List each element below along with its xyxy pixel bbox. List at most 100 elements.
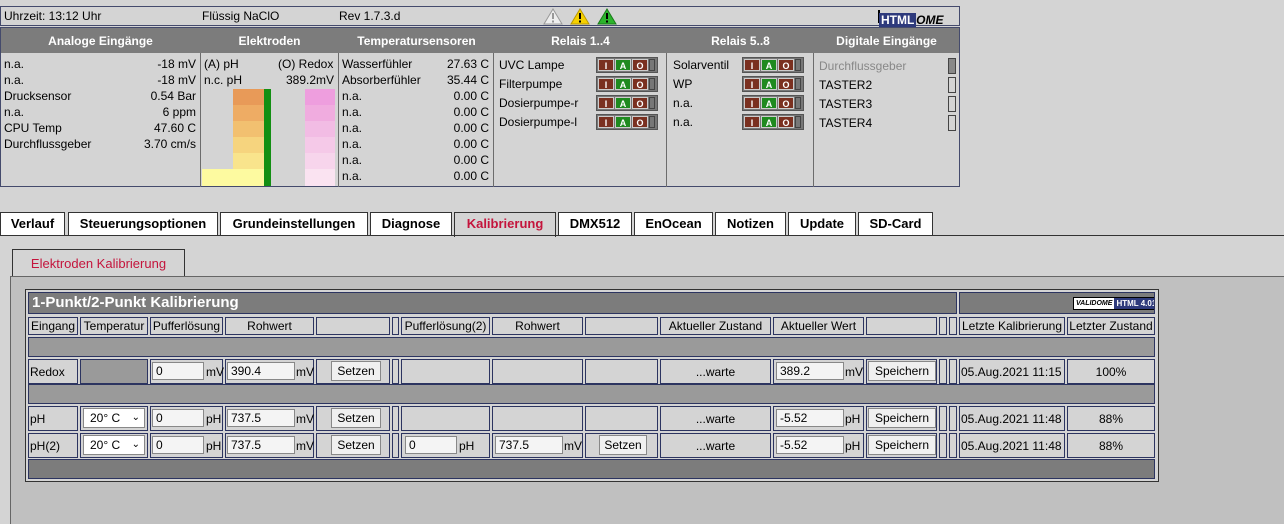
digital-input-label: TASTER4 xyxy=(819,116,873,130)
relay-on-button[interactable]: O xyxy=(632,78,648,90)
tab-notizen[interactable]: Notizen xyxy=(715,212,786,236)
raw-value-input[interactable]: 737.5 xyxy=(227,409,295,427)
tab-dmx512[interactable]: DMX512 xyxy=(558,212,632,236)
temp-value: 0.00 C xyxy=(453,153,489,167)
set2-button[interactable]: Setzen xyxy=(599,435,647,455)
column-header: Eingang xyxy=(28,317,78,335)
subtab-elektroden-kalibrierung[interactable]: Elektroden Kalibrierung xyxy=(12,249,185,276)
input-name: Redox xyxy=(30,365,65,379)
relay-off-button[interactable]: I xyxy=(598,116,614,128)
relay-on-button[interactable]: O xyxy=(632,59,648,71)
relay-auto-button[interactable]: A xyxy=(761,78,777,90)
redox-gauge xyxy=(305,89,335,186)
relay-auto-button[interactable]: A xyxy=(761,116,777,128)
temperature-select[interactable]: 20° C ⌄ xyxy=(83,435,145,455)
temp-label: n.a. xyxy=(342,121,363,135)
relay-switch[interactable]: IAO xyxy=(742,114,804,130)
buffer2-unit: pH xyxy=(459,439,475,453)
temp-label: n.a. xyxy=(342,137,363,151)
table-cell xyxy=(401,406,490,431)
save-button[interactable]: Speichern xyxy=(868,435,936,455)
table-cell xyxy=(585,406,658,431)
tab-update[interactable]: Update xyxy=(788,212,856,236)
relay-auto-button[interactable]: A xyxy=(615,59,631,71)
buffer-input[interactable]: 0 xyxy=(152,436,204,454)
relay-on-button[interactable]: O xyxy=(778,78,794,90)
tab-steuerungsoptionen[interactable]: Steuerungsoptionen xyxy=(68,212,218,236)
save-button[interactable]: Speichern xyxy=(868,408,936,428)
column-header: Rohwert xyxy=(492,317,583,335)
table-cell xyxy=(392,433,399,458)
header-relais1: Relais 1..4 xyxy=(551,34,610,48)
tab-diagnose[interactable]: Diagnose xyxy=(370,212,452,236)
column-header xyxy=(949,317,957,335)
relay-switch[interactable]: IAO xyxy=(596,114,658,130)
relay-on-button[interactable]: O xyxy=(778,116,794,128)
buffer-input[interactable]: 0 xyxy=(152,362,204,380)
temperature-value: 20° C xyxy=(90,438,121,452)
raw-value-input[interactable]: 737.5 xyxy=(227,436,295,454)
header-electrodes: Elektroden xyxy=(238,34,301,48)
relay-auto-button[interactable]: A xyxy=(615,116,631,128)
last-state: 88% xyxy=(1098,439,1124,453)
relay-status-led xyxy=(795,116,801,128)
relay-on-button[interactable]: O xyxy=(632,116,648,128)
set-button[interactable]: Setzen xyxy=(331,361,381,381)
relay-label: Filterpumpe xyxy=(499,77,563,91)
table-cell xyxy=(401,359,490,384)
relay-switch[interactable]: IAO xyxy=(596,95,658,111)
relay-on-button[interactable]: O xyxy=(632,97,648,109)
buffer-input[interactable]: 0 xyxy=(152,409,204,427)
relay-on-button[interactable]: O xyxy=(778,97,794,109)
revision-text: Rev 1.7.3.d xyxy=(339,9,401,23)
buffer2-input[interactable]: 0 xyxy=(405,436,457,454)
relay-auto-button[interactable]: A xyxy=(761,59,777,71)
relay-off-button[interactable]: I xyxy=(744,59,760,71)
set-button[interactable]: Setzen xyxy=(331,408,381,428)
raw-value-input[interactable]: 390.4 xyxy=(227,362,295,380)
analog-label: n.a. xyxy=(4,105,25,119)
current-value-unit: pH xyxy=(845,412,861,426)
relay-off-button[interactable]: I xyxy=(744,116,760,128)
temperature-select[interactable]: 20° C ⌄ xyxy=(83,408,145,428)
relay-off-button[interactable]: I xyxy=(598,97,614,109)
relay-switch[interactable]: IAO xyxy=(742,57,804,73)
raw-value2-input[interactable]: 737.5 xyxy=(495,436,563,454)
relay-off-button[interactable]: I xyxy=(744,78,760,90)
table-cell xyxy=(392,406,399,431)
tab-kalibrierung[interactable]: Kalibrierung xyxy=(454,212,556,237)
validator-badge-small[interactable]: VALIDOME HTML 4.01 xyxy=(1073,297,1154,310)
relay-auto-button[interactable]: A xyxy=(761,97,777,109)
header-digital: Digitale Eingänge xyxy=(836,34,937,48)
relay-switch[interactable]: IAO xyxy=(596,76,658,92)
relay-switch[interactable]: IAO xyxy=(742,76,804,92)
tab-grundeinstellungen[interactable]: Grundeinstellungen xyxy=(220,212,368,236)
column-header: Pufferlösung xyxy=(150,317,223,335)
digital-status-led xyxy=(948,77,956,93)
relay-on-button[interactable]: O xyxy=(778,59,794,71)
tab-verlauf[interactable]: Verlauf xyxy=(0,212,65,236)
temp-label: Wasserfühler xyxy=(342,57,413,71)
column-header xyxy=(585,317,658,335)
relay-switch[interactable]: IAO xyxy=(742,95,804,111)
clock-text: Uhrzeit: 13:12 Uhr xyxy=(4,9,102,23)
column-header xyxy=(392,317,399,335)
tab-enocean[interactable]: EnOcean xyxy=(634,212,713,236)
relay-switch[interactable]: IAO xyxy=(596,57,658,73)
current-state: ...warte xyxy=(695,412,736,426)
relay-off-button[interactable]: I xyxy=(598,59,614,71)
relay-off-button[interactable]: I xyxy=(598,78,614,90)
chevron-down-icon: ⌄ xyxy=(131,439,140,450)
relay-auto-button[interactable]: A xyxy=(615,97,631,109)
table-cell xyxy=(492,359,583,384)
relay-auto-button[interactable]: A xyxy=(615,78,631,90)
status-bar: Uhrzeit: 13:12 Uhr Flüssig NaClO Rev 1.7… xyxy=(0,6,960,41)
tab-sd-card[interactable]: SD-Card xyxy=(858,212,933,236)
relay-off-button[interactable]: I xyxy=(744,97,760,109)
temp-label: n.a. xyxy=(342,89,363,103)
set-button[interactable]: Setzen xyxy=(331,435,381,455)
analog-value: -18 mV xyxy=(157,73,196,87)
save-button[interactable]: Speichern xyxy=(868,361,936,381)
digital-status-led xyxy=(948,58,956,74)
validator-badge[interactable]: VALIDOMEHTML 4.01 xyxy=(878,10,943,41)
